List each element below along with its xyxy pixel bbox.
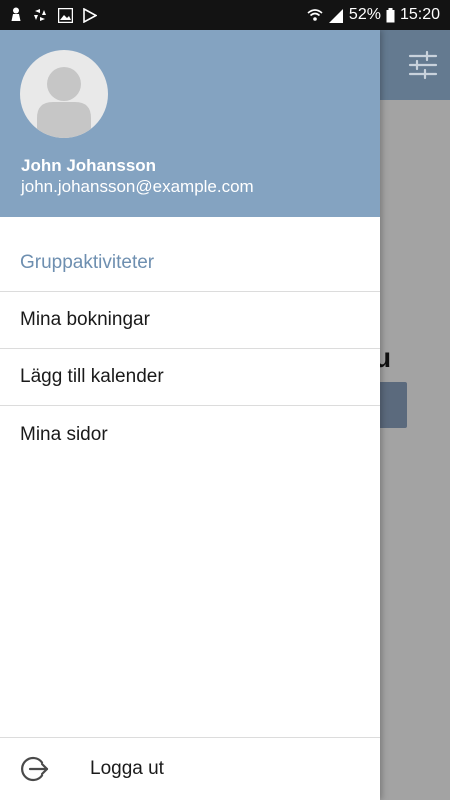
logout-label: Logga ut bbox=[90, 758, 164, 779]
menu-item-label: Mina bokningar bbox=[20, 309, 150, 330]
system-status: 52% 15:20 bbox=[307, 6, 440, 24]
logout-button[interactable]: Logga ut bbox=[0, 737, 380, 800]
play-store-icon bbox=[83, 7, 97, 23]
battery-icon bbox=[386, 7, 395, 23]
menu-item-gruppaktiviteter[interactable]: Gruppaktiviteter bbox=[0, 235, 380, 292]
signal-icon bbox=[328, 8, 344, 23]
menu-item-label: Mina sidor bbox=[20, 423, 108, 445]
sliders-icon[interactable] bbox=[408, 50, 438, 85]
pawn-icon bbox=[10, 7, 22, 23]
clock: 15:20 bbox=[399, 6, 440, 23]
user-email: john.johansson@example.com bbox=[21, 177, 254, 196]
menu-item-mina-sidor[interactable]: Mina sidor bbox=[0, 406, 380, 463]
image-icon bbox=[58, 7, 73, 23]
drawer-header: John Johansson john.johansson@example.co… bbox=[0, 30, 380, 217]
sync-icon bbox=[32, 7, 48, 23]
menu-item-lagg-till-kalender[interactable]: Lägg till kalender bbox=[0, 349, 380, 406]
user-name: John Johansson bbox=[21, 156, 157, 175]
status-bar: 52% 15:20 bbox=[0, 0, 450, 30]
menu-item-mina-bokningar[interactable]: Mina bokningar bbox=[0, 292, 380, 349]
logout-icon bbox=[20, 754, 50, 789]
drawer-menu: Gruppaktiviteter Mina bokningar Lägg til… bbox=[0, 235, 380, 463]
person-placeholder-icon bbox=[20, 67, 108, 138]
navigation-drawer: John Johansson john.johansson@example.co… bbox=[0, 30, 380, 800]
notification-icons bbox=[10, 7, 97, 23]
menu-item-label: Gruppaktiviteter bbox=[20, 252, 155, 273]
menu-item-label: Lägg till kalender bbox=[20, 366, 164, 387]
battery-percent: 52% bbox=[348, 6, 381, 23]
avatar[interactable] bbox=[20, 50, 108, 138]
wifi-icon bbox=[307, 8, 323, 22]
